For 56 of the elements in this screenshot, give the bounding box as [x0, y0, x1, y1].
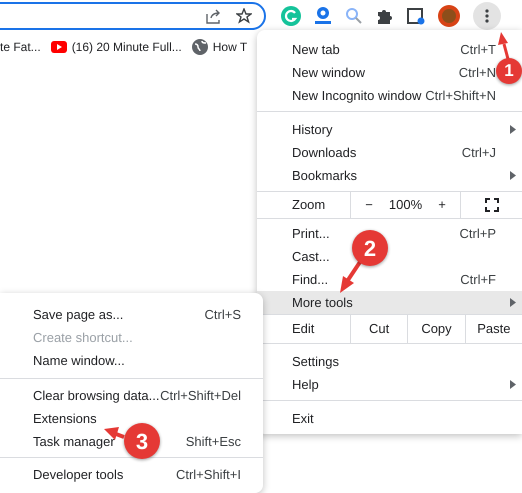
menu-item[interactable]: Task manager — [33, 434, 115, 449]
edit-action-button[interactable]: Copy — [407, 315, 465, 343]
fullscreen-icon — [484, 198, 498, 212]
menu-item[interactable]: History — [292, 122, 332, 137]
menu-item[interactable]: Find... — [292, 272, 328, 287]
menu-item[interactable]: Bookmarks — [292, 168, 358, 183]
address-bar[interactable] — [0, 2, 266, 30]
shortcut-label: Ctrl+T — [460, 40, 496, 59]
menu-item[interactable]: Cast... — [292, 248, 330, 264]
shortcut-label: Ctrl+Shift+I — [176, 466, 241, 484]
pointer-arrow — [498, 32, 510, 60]
menu-item[interactable]: New window — [292, 64, 365, 80]
video-icon — [50, 41, 67, 53]
menu-item[interactable]: Developer tools — [33, 466, 124, 482]
edit-action-button[interactable]: Paste — [464, 315, 522, 343]
zoom-level: 100% — [388, 196, 424, 214]
menu-button[interactable] — [473, 2, 501, 30]
menu-item[interactable]: Clear browsing data... — [33, 388, 160, 403]
shortcut-label: Ctrl+Shift+N — [425, 86, 496, 105]
edit-label: Edit — [291, 320, 316, 338]
reader-extension-icon[interactable] — [314, 6, 332, 26]
star-icon[interactable] — [236, 8, 252, 24]
bookmark[interactable]: te Fat... — [0, 38, 41, 56]
avatar[interactable] — [438, 5, 460, 27]
menu-item[interactable]: Print... — [292, 226, 330, 241]
pointer-arrow — [340, 260, 362, 293]
share-icon — [206, 8, 222, 24]
bookmark[interactable]: (16) 20 Minute Full... — [50, 38, 182, 56]
menu-item[interactable]: Exit — [292, 410, 314, 426]
menu-item[interactable]: New Incognito window — [292, 88, 422, 103]
shortcut-label: Ctrl+N — [458, 64, 496, 82]
menu-item[interactable]: Save page as... — [33, 306, 124, 322]
menu-item[interactable]: New tab — [292, 42, 340, 57]
shortcut-label: Ctrl+F — [460, 270, 496, 289]
shortcut-label: Ctrl+J — [462, 144, 496, 162]
search-icon[interactable] — [345, 7, 363, 25]
shortcut-label: Ctrl+S — [204, 306, 241, 324]
side-panel-icon[interactable] — [407, 7, 425, 25]
edit-action-button[interactable]: Cut — [350, 315, 408, 343]
globe-icon — [192, 39, 208, 55]
zoom-label: Zoom — [291, 196, 326, 214]
menu-item[interactable]: Downloads — [292, 144, 356, 160]
shortcut-label: Shift+Esc — [186, 432, 241, 451]
zoom-out-button[interactable]: − — [351, 195, 387, 215]
puzzle-icon[interactable] — [376, 7, 394, 25]
shortcut-label: Ctrl+Shift+Del — [160, 386, 241, 405]
menu-item[interactable]: Name window... — [33, 352, 125, 368]
shortcut-label: Ctrl+P — [460, 224, 496, 243]
menu-item[interactable]: Help — [292, 376, 319, 392]
menu-item[interactable]: Settings — [292, 354, 339, 369]
more-icon — [485, 9, 489, 23]
pointer-arrow — [104, 427, 125, 440]
zoom-in-button[interactable]: + — [424, 195, 460, 215]
bookmark[interactable]: How T — [192, 38, 248, 56]
menu-item[interactable]: Extensions — [33, 410, 97, 426]
menu-item[interactable]: More tools — [292, 294, 353, 310]
